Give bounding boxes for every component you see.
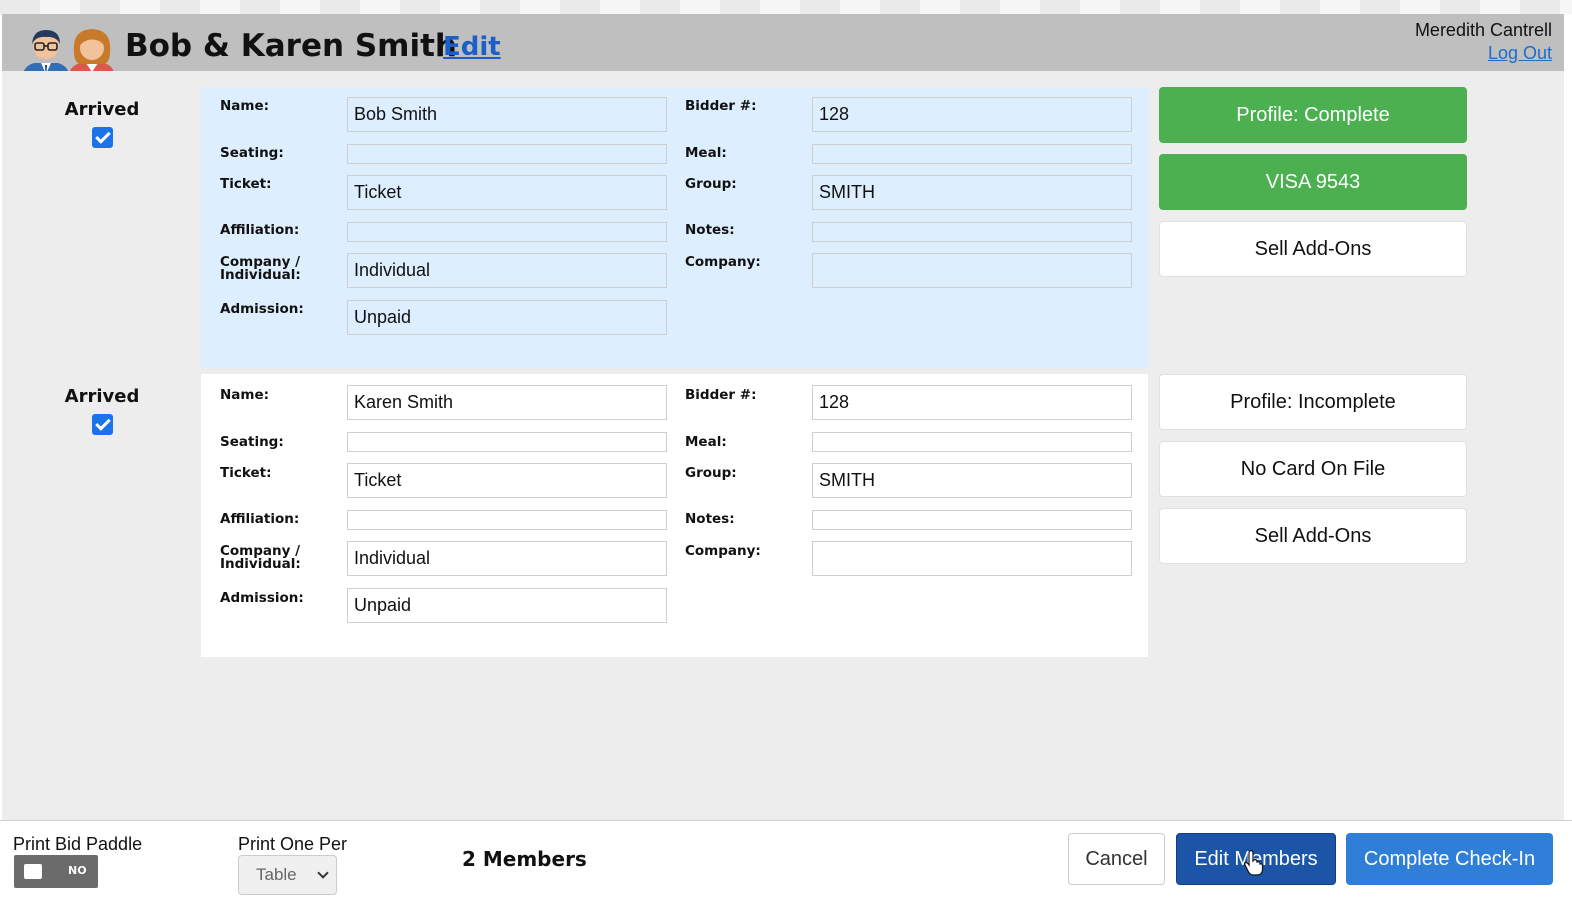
member-card-karen[interactable]: Name: Karen Smith Bidder #: 128 Seating:… xyxy=(201,374,1148,657)
admission-label: Admission: xyxy=(220,301,304,317)
members-count: 2 Members xyxy=(462,847,587,871)
company-field[interactable] xyxy=(812,541,1132,576)
bidder-field[interactable]: 128 xyxy=(812,385,1132,420)
sell-addons-button-bob[interactable]: Sell Add-Ons xyxy=(1159,221,1467,277)
seating-field[interactable] xyxy=(347,144,667,164)
company-label: Company: xyxy=(685,543,761,559)
notes-field[interactable] xyxy=(812,222,1132,242)
group-field[interactable]: SMITH xyxy=(812,463,1132,498)
group-field[interactable]: SMITH xyxy=(812,175,1132,210)
meal-field[interactable] xyxy=(812,432,1132,452)
edit-household-link[interactable]: Edit xyxy=(443,32,501,62)
print-one-per-label: Print One Per xyxy=(238,834,348,854)
meal-label: Meal: xyxy=(685,434,727,450)
notes-label: Notes: xyxy=(685,222,735,238)
affiliation-field[interactable] xyxy=(347,510,667,530)
name-label: Name: xyxy=(220,387,270,403)
ticket-label: Ticket: xyxy=(220,176,272,192)
bidder-label: Bidder #: xyxy=(685,387,757,403)
affiliation-label: Affiliation: xyxy=(220,222,300,238)
toggle-knob xyxy=(24,864,42,879)
company-label: Company: xyxy=(685,254,761,270)
arrived-checkbox-bob[interactable] xyxy=(91,127,113,148)
ticket-field[interactable]: Ticket xyxy=(347,175,667,210)
company-individual-label-line2: Individual: xyxy=(220,556,301,572)
current-user-name: Meredith Cantrell xyxy=(1414,20,1552,40)
cancel-button[interactable]: Cancel xyxy=(1068,833,1165,885)
print-one-per-value: Table xyxy=(256,865,297,884)
card-on-file-button-bob[interactable]: VISA 9543 xyxy=(1159,154,1467,210)
admission-field[interactable]: Unpaid xyxy=(347,588,667,623)
arrived-checkbox-karen[interactable] xyxy=(91,414,113,435)
page-header: Bob & Karen Smith Edit Meredith Cantrell… xyxy=(2,14,1564,84)
name-field[interactable]: Bob Smith xyxy=(347,97,667,132)
company-individual-field[interactable]: Individual xyxy=(347,253,667,288)
bidder-label: Bidder #: xyxy=(685,98,757,114)
top-stripe xyxy=(0,0,1572,14)
meal-label: Meal: xyxy=(685,145,727,161)
company-field[interactable] xyxy=(812,253,1132,288)
page-title: Bob & Karen Smith xyxy=(125,28,457,64)
company-individual-label-line2: Individual: xyxy=(220,267,301,283)
edit-members-button[interactable]: Edit Members xyxy=(1176,833,1336,885)
ticket-field[interactable]: Ticket xyxy=(347,463,667,498)
logout-link[interactable]: Log Out xyxy=(1488,43,1552,64)
complete-check-in-button[interactable]: Complete Check-In xyxy=(1346,833,1553,885)
print-bid-paddle-label: Print Bid Paddle xyxy=(13,834,143,854)
seating-label: Seating: xyxy=(220,434,284,450)
group-label: Group: xyxy=(685,465,737,481)
print-one-per-select[interactable]: Table xyxy=(238,855,337,895)
admission-field[interactable]: Unpaid xyxy=(347,300,667,335)
profile-status-button-karen[interactable]: Profile: Incomplete xyxy=(1159,374,1467,430)
notes-label: Notes: xyxy=(685,511,735,527)
profile-status-button-bob[interactable]: Profile: Complete xyxy=(1159,87,1467,143)
seating-label: Seating: xyxy=(220,145,284,161)
admission-label: Admission: xyxy=(220,590,304,606)
sell-addons-button-karen[interactable]: Sell Add-Ons xyxy=(1159,508,1467,564)
arrived-label: Arrived xyxy=(64,386,140,407)
toggle-state-text: NO xyxy=(68,864,87,877)
card-on-file-button-karen[interactable]: No Card On File xyxy=(1159,441,1467,497)
bidder-field[interactable]: 128 xyxy=(812,97,1132,132)
name-field[interactable]: Karen Smith xyxy=(347,385,667,420)
company-individual-label: Company / Individual: xyxy=(220,255,301,283)
member-card-bob[interactable]: Name: Bob Smith Bidder #: 128 Seating: M… xyxy=(201,87,1148,368)
affiliation-label: Affiliation: xyxy=(220,511,300,527)
arrived-group-karen: Arrived xyxy=(22,386,182,439)
group-label: Group: xyxy=(685,176,737,192)
company-individual-label: Company / Individual: xyxy=(220,544,301,572)
seating-field[interactable] xyxy=(347,432,667,452)
notes-field[interactable] xyxy=(812,510,1132,530)
company-individual-field[interactable]: Individual xyxy=(347,541,667,576)
main-content: Arrived Name: Bob Smith Bidder #: 128 Se… xyxy=(2,71,1564,820)
ticket-label: Ticket: xyxy=(220,465,272,481)
meal-field[interactable] xyxy=(812,144,1132,164)
arrived-group-bob: Arrived xyxy=(22,99,182,152)
arrived-label: Arrived xyxy=(64,99,140,120)
print-bid-paddle-toggle[interactable]: NO xyxy=(14,855,98,888)
name-label: Name: xyxy=(220,98,270,114)
affiliation-field[interactable] xyxy=(347,222,667,242)
chevron-down-icon xyxy=(317,867,329,879)
action-footer: Print Bid Paddle NO Print One Per Table … xyxy=(0,820,1572,900)
